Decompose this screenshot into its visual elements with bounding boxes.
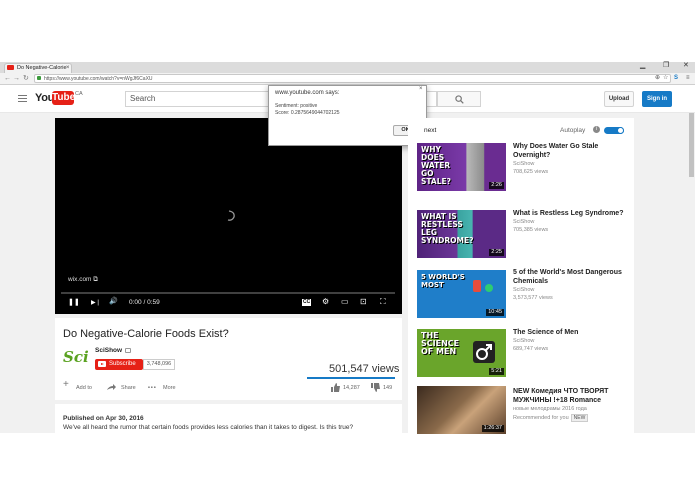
lock-icon [37,76,41,80]
recommended-label: Recommended for you NEW [513,414,589,422]
related-thumbnail[interactable]: THE SCIENCE OF MEN 5:21 [417,329,506,377]
thumbnail-text: THE SCIENCE OF MEN [421,331,460,356]
youtube-favicon-icon [7,65,14,70]
maximize-icon[interactable]: ❐ [663,62,669,70]
sign-in-button[interactable]: Sign in [642,91,672,107]
minimize-icon[interactable]: ▁ [640,62,645,70]
tab-close-icon[interactable]: × [66,63,70,73]
loading-spinner-icon [227,210,235,221]
subscriber-count: 3,748,096 [143,359,175,370]
recommended-text: Recommended for you [513,415,569,421]
related-video-channel[interactable]: SciShow [513,219,534,225]
window-close-icon[interactable]: ✕ [683,62,689,70]
dislike-count: 149 [383,385,393,391]
related-video-channel[interactable]: SciShow [513,161,534,167]
video-progress-bar[interactable] [61,292,395,294]
theater-mode-icon[interactable]: ▭ [341,297,349,307]
add-to-icon[interactable]: + [63,380,69,390]
subscribe-play-icon [98,361,106,367]
related-video-views: 3,573,577 views [513,295,553,301]
related-thumbnail[interactable]: WHY DOES WATER GO STALE? 2:26 [417,143,506,191]
pause-icon[interactable]: ❚❚ [68,298,80,308]
more-button[interactable]: More [163,383,176,393]
related-thumbnail[interactable]: WHAT IS RESTLESS LEG SYNDROME? 2:25 [417,210,506,258]
fullscreen-icon[interactable]: ⛶ [380,297,386,307]
male-symbol-icon [473,341,495,363]
extension-icon[interactable]: S [674,74,678,83]
thumbnail-text: 5 WORLD'S MOST [421,273,465,289]
related-video-channel[interactable]: SciShow [513,338,534,344]
scrollbar-thumb[interactable] [689,113,694,177]
channel-avatar[interactable]: Sci [63,348,89,366]
video-duration: 2:25 [489,249,504,256]
related-video-title[interactable]: The Science of Men [513,328,631,337]
autoplay-toggle[interactable] [604,127,624,134]
youtube-logo-tube[interactable]: Tube [52,91,75,105]
browser-tab[interactable]: Do Negative-Calorie [4,63,72,73]
up-next-heading: next [424,127,437,134]
thumbs-up-icon[interactable] [331,383,340,392]
video-duration: 5:21 [489,368,504,375]
related-video-title[interactable]: NEW Комедия ЧТО ТВОРЯТ МУЖЧИНЫ !+18 Roma… [513,387,631,405]
share-icon[interactable] [107,384,116,391]
view-count: 501,547 views [329,363,400,375]
related-video-channel[interactable]: новые мелодрамы 2016 года [513,406,587,412]
video-watermark[interactable]: wix.com ⧉ [68,276,98,284]
video-time: 0:00 / 0:59 [129,299,160,306]
more-dots-icon[interactable]: ••• [148,383,157,393]
autoplay-label: Autoplay [560,127,586,134]
new-badge: NEW [570,414,589,422]
thumbs-down-icon[interactable] [371,383,380,392]
related-video-title[interactable]: What is Restless Leg Syndrome? [513,209,631,218]
browser-tab-bar [0,62,695,73]
dialog-sentiment: Sentiment: positive [275,103,318,109]
thumbnail-text: WHY DOES WATER GO STALE? [421,145,451,186]
flask-icon [485,284,493,292]
reload-icon[interactable]: ↻ [23,74,29,84]
captions-icon[interactable]: CC [302,299,312,306]
video-title: Do Negative-Calorie Foods Exist? [63,328,229,340]
forward-icon[interactable]: → [13,74,20,84]
dialog-close-icon[interactable]: × [419,86,423,92]
video-duration: 2:26 [489,182,504,189]
verified-badge-icon [125,348,131,353]
add-to-button[interactable]: Add to [76,383,92,393]
logo-region: CA [75,91,83,97]
guide-menu-icon[interactable] [18,95,27,102]
info-icon[interactable]: i [593,126,600,133]
publish-date: Published on Apr 30, 2016 [63,415,144,422]
thumbnail-text: WHAT IS RESTLESS LEG SYNDROME? [421,212,474,245]
upload-button[interactable]: Upload [604,91,634,107]
related-video-title[interactable]: 5 of the World's Most Dangerous Chemical… [513,268,631,286]
related-video-views: 708,625 views [513,169,549,175]
chemical-bottle-icon [473,280,481,292]
dialog-score: Score: 0.2875649044702125 [275,110,340,116]
zoom-icon[interactable]: ⊕ [655,74,660,83]
volume-icon[interactable]: 🔊 [109,297,118,307]
browser-menu-icon[interactable]: ≡ [686,74,690,83]
dialog-title: www.youtube.com says: [275,90,340,96]
video-duration: 10:45 [486,309,504,316]
settings-icon[interactable]: ⚙ [322,297,329,307]
related-video-views: 705,385 views [513,227,549,233]
search-button[interactable] [437,91,481,107]
bookmark-star-icon[interactable]: ☆ [663,74,668,83]
share-button[interactable]: Share [121,383,136,393]
like-count: 14,287 [343,385,360,391]
related-video-channel[interactable]: SciShow [513,287,534,293]
next-video-icon[interactable]: ▶❘ [91,298,101,308]
related-video-views: 689,747 views [513,346,549,352]
address-bar[interactable]: https://www.youtube.com/watch?v=nWgJf6Ca… [34,74,671,83]
screen: Do Negative-Calorie × ▁ ❐ ✕ ← → ↻ https:… [0,0,695,494]
cast-icon[interactable]: ⊡ [360,297,367,307]
channel-name[interactable]: SciShow [95,347,122,354]
related-thumbnail[interactable]: 1:26:37 [417,386,506,434]
back-icon[interactable]: ← [4,74,11,84]
related-video-title[interactable]: Why Does Water Go Stale Overnight? [513,142,631,160]
search-icon [455,95,464,104]
video-duration: 1:26:37 [481,425,504,432]
description-text: We've all heard the rumor that certain f… [63,424,354,431]
like-ratio-bar [307,377,395,379]
related-thumbnail[interactable]: 5 WORLD'S MOST 10:45 [417,270,506,318]
